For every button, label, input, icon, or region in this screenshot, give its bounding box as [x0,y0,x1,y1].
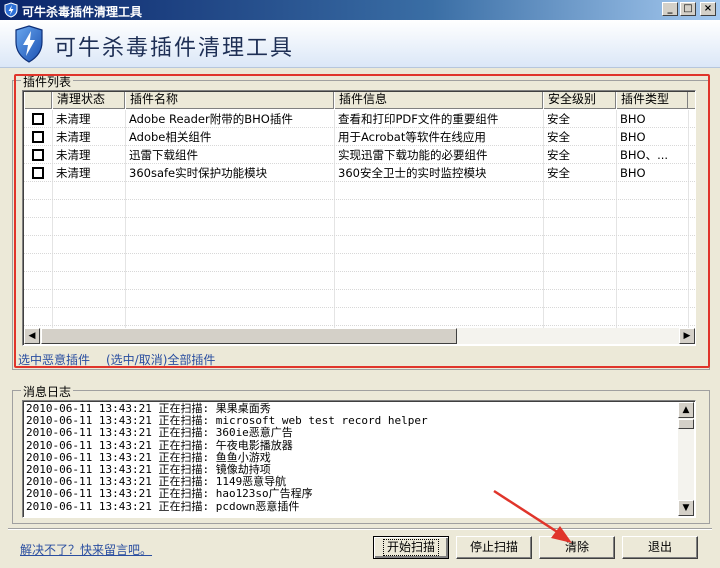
row-checkbox[interactable] [32,149,44,161]
plugin-list-view[interactable]: 清理状态 插件名称 插件信息 安全级别 插件类型 未清理 Adobe Reade… [22,90,696,346]
list-header: 清理状态 插件名称 插件信息 安全级别 插件类型 [24,92,695,109]
cell-name: Adobe相关组件 [129,130,212,144]
scroll-right-icon[interactable]: ▶ [679,328,695,344]
log-line: 2010-06-11 13:43:21 正在扫描: pcdown恶意插件 [26,499,300,513]
start-scan-label: 开始扫描 [382,539,439,556]
row-checkbox[interactable] [32,113,44,125]
cell-status: 未清理 [56,130,91,144]
header-banner: 可牛杀毒插件清理工具 [0,20,720,68]
minimize-button[interactable]: _ [662,2,678,16]
cell-level: 安全 [547,148,570,162]
column-checkbox[interactable] [24,92,52,109]
row-checkbox[interactable] [32,131,44,143]
log-line: 2010-06-11 13:43:21 正在扫描: 午夜电影播放器 [26,438,293,452]
cell-level: 安全 [547,130,570,144]
horizontal-scrollbar[interactable]: ◀ ▶ [24,328,695,344]
title-bar: 可牛杀毒插件清理工具 _ □ × [0,0,720,20]
plugin-list-group-title: 插件列表 [21,73,74,90]
table-row[interactable]: 未清理 Adobe Reader附带的BHO插件 查看和打印PDF文件的重要组件… [24,110,695,128]
log-view[interactable]: 2010-06-11 13:43:21 正在扫描: 果果桌面秀 2010-06-… [22,400,696,518]
cell-info: 查看和打印PDF文件的重要组件 [338,112,499,126]
cell-type: BHO、... [620,148,669,162]
cell-name: 360safe实时保护功能模块 [129,166,268,180]
maximize-button[interactable]: □ [680,2,696,16]
window-title: 可牛杀毒插件清理工具 [22,5,143,19]
stop-scan-button[interactable]: 停止扫描 [456,536,532,559]
select-malicious-link[interactable]: 选中恶意插件 [18,351,90,368]
cell-name: 迅雷下载组件 [129,148,198,162]
log-line: 2010-06-11 13:43:21 正在扫描: hao123so广告程序 [26,487,313,501]
cell-info: 360安全卫士的实时监控模块 [338,166,487,180]
cell-type: BHO [620,166,646,180]
cell-name: Adobe Reader附带的BHO插件 [129,112,293,126]
scroll-up-icon[interactable]: ▲ [678,402,694,418]
separator [8,528,712,530]
close-button[interactable]: × [700,2,716,16]
table-row[interactable]: 未清理 迅雷下载组件 实现迅雷下载功能的必要组件 安全 BHO、... [24,146,695,164]
log-line: 2010-06-11 13:43:21 正在扫描: 360ie恶意广告 [26,426,293,440]
shield-logo-icon [15,25,43,63]
log-group-title: 消息日志 [21,383,74,400]
table-row[interactable]: 未清理 Adobe相关组件 用于Acrobat等软件在线应用 安全 BHO [24,128,695,146]
cell-status: 未清理 [56,112,91,126]
shield-icon [4,2,18,18]
scrollbar-thumb[interactable] [41,328,457,344]
column-name[interactable]: 插件名称 [125,92,334,109]
clean-button[interactable]: 清除 [539,536,615,559]
log-lines: 2010-06-11 13:43:21 正在扫描: 果果桌面秀 2010-06-… [26,402,428,513]
cell-info: 实现迅雷下载功能的必要组件 [338,148,488,162]
cell-info: 用于Acrobat等软件在线应用 [338,130,486,144]
scroll-left-icon[interactable]: ◀ [24,328,40,344]
column-info[interactable]: 插件信息 [334,92,543,109]
list-rows: 未清理 Adobe Reader附带的BHO插件 查看和打印PDF文件的重要组件… [24,110,695,326]
cell-type: BHO [620,130,646,144]
scrollbar-thumb[interactable] [678,419,694,429]
toggle-all-link[interactable]: (选中/取消)全部插件 [106,351,215,368]
start-scan-button[interactable]: 开始扫描 [373,536,449,559]
exit-button[interactable]: 退出 [622,536,698,559]
column-type[interactable]: 插件类型 [616,92,688,109]
cell-status: 未清理 [56,148,91,162]
table-row[interactable]: 未清理 360safe实时保护功能模块 360安全卫士的实时监控模块 安全 BH… [24,164,695,182]
cell-status: 未清理 [56,166,91,180]
cell-level: 安全 [547,112,570,126]
column-level[interactable]: 安全级别 [543,92,616,109]
page-title: 可牛杀毒插件清理工具 [54,36,295,61]
row-checkbox[interactable] [32,167,44,179]
vertical-scrollbar[interactable]: ▲ ▼ [678,402,694,516]
scroll-down-icon[interactable]: ▼ [678,500,694,516]
cell-level: 安全 [547,166,570,180]
feedback-link[interactable]: 解决不了？快来留言吧。 [20,541,152,558]
column-status[interactable]: 清理状态 [52,92,125,109]
cell-type: BHO [620,112,646,126]
